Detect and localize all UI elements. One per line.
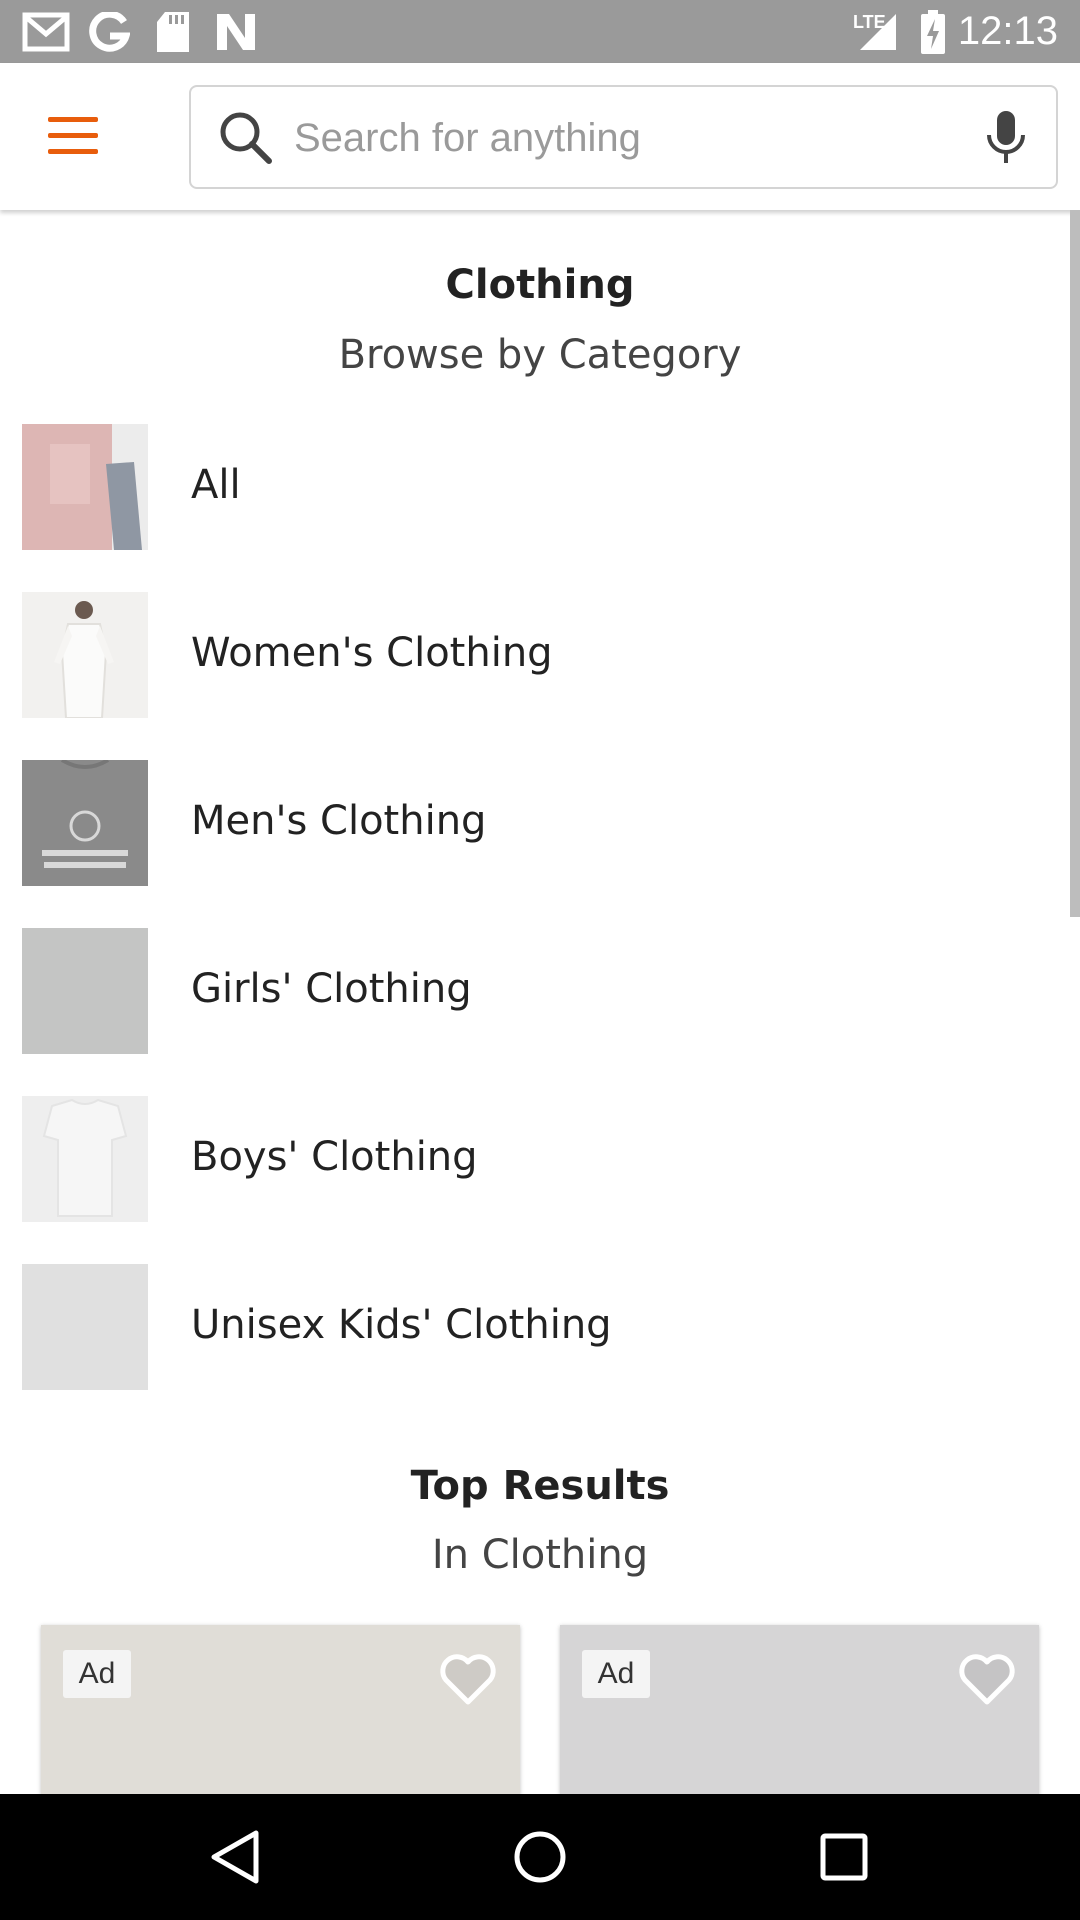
category-item-girls-clothing[interactable]: Girls' Clothing (0, 928, 1070, 1096)
category-thumbnail (22, 1264, 148, 1390)
category-item-all[interactable]: All (0, 424, 1070, 592)
category-label: Women's Clothing (191, 630, 553, 676)
search-icon (220, 112, 272, 164)
search-bar[interactable] (189, 85, 1058, 189)
category-item-womens-clothing[interactable]: Women's Clothing (0, 592, 1070, 760)
google-icon (89, 12, 130, 52)
top-results-title: Top Results (410, 1463, 670, 1509)
recent-apps-icon[interactable] (808, 1821, 880, 1893)
microphone-icon[interactable] (986, 111, 1026, 165)
heart-icon[interactable] (957, 1650, 1017, 1706)
scrollbar[interactable] (1070, 210, 1080, 917)
gmail-icon (22, 12, 70, 52)
status-bar: LTE 12:13 (0, 0, 1080, 63)
category-label: Men's Clothing (191, 798, 487, 844)
category-thumbnail (22, 424, 148, 550)
home-icon[interactable] (504, 1821, 576, 1893)
signal-icon (860, 14, 896, 50)
top-results-subtitle: In Clothing (431, 1532, 649, 1578)
category-label: Unisex Kids' Clothing (191, 1302, 612, 1348)
category-thumbnail (22, 760, 148, 886)
category-thumbnail (22, 592, 148, 718)
result-card[interactable]: Ad (41, 1625, 520, 1795)
menu-icon[interactable] (40, 111, 106, 161)
ad-badge: Ad (63, 1650, 131, 1698)
clock: 12:13 (957, 9, 1058, 53)
sd-card-icon (157, 12, 189, 52)
battery-charging-icon (921, 10, 945, 54)
category-thumbnail (22, 1096, 148, 1222)
category-item-boys-clothing[interactable]: Boys' Clothing (0, 1096, 1070, 1264)
category-item-unisex-kids-clothing[interactable]: Unisex Kids' Clothing (0, 1264, 1070, 1432)
category-thumbnail (22, 928, 148, 1054)
category-label: Girls' Clothing (191, 966, 472, 1012)
n-icon (217, 14, 255, 50)
ad-badge: Ad (582, 1650, 650, 1698)
category-subtitle: Browse by Category (338, 332, 742, 378)
category-label: All (191, 462, 241, 508)
back-icon[interactable] (200, 1821, 272, 1893)
category-list: All Women's Clothing Men's Clothing Girl… (0, 424, 1070, 1432)
navigation-bar (0, 1794, 1080, 1920)
search-input[interactable] (294, 107, 954, 169)
category-label: Boys' Clothing (191, 1134, 478, 1180)
category-item-mens-clothing[interactable]: Men's Clothing (0, 760, 1070, 928)
category-title: Clothing (445, 262, 635, 308)
heart-icon[interactable] (438, 1650, 498, 1706)
result-card[interactable]: Ad (560, 1625, 1039, 1795)
app-bar (0, 63, 1080, 210)
